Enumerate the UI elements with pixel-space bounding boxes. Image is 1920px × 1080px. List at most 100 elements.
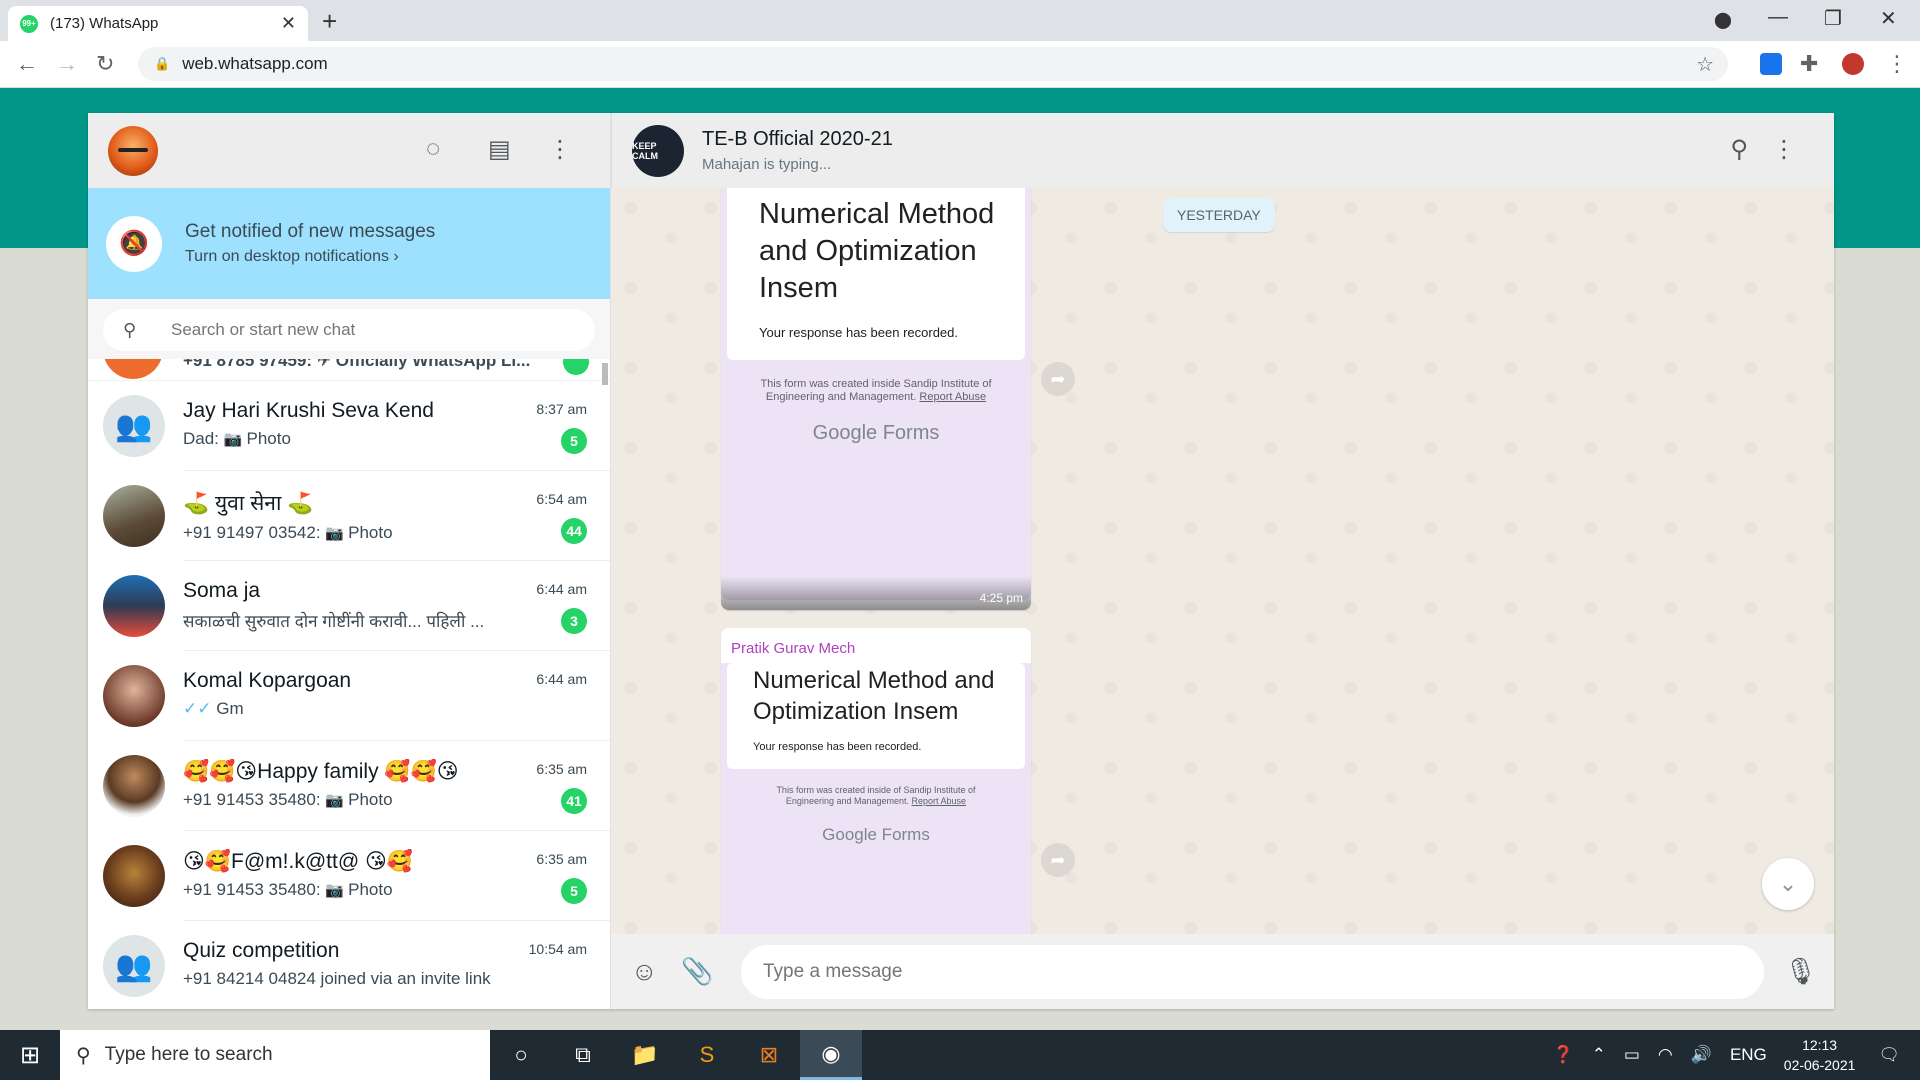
form-preview-image[interactable]: Numerical Method and Optimization Insem … xyxy=(721,188,1031,600)
message-time: 4:25 pm xyxy=(979,591,1023,605)
chat-name: ⛳ युवा सेना ⛳ xyxy=(183,492,314,515)
message-sender: Pratik Gurav Mech xyxy=(731,640,856,657)
scroll-to-bottom-button[interactable]: ⌄ xyxy=(1762,858,1814,910)
lock-icon[interactable]: 🔒 xyxy=(154,56,170,72)
group-avatar: 👥 xyxy=(103,395,165,457)
enable-notifications-link[interactable]: Turn on desktop notifications › xyxy=(185,248,435,266)
google-forms-logo: Google Forms xyxy=(812,422,940,444)
browser-toolbar: ← → ↻ 🔒 web.whatsapp.com ☆ ✚ ⋮ xyxy=(0,41,1920,88)
chat-preview: Photo xyxy=(348,790,393,809)
chat-name: Komal Kopargoan xyxy=(183,669,352,692)
clock[interactable]: 12:13 02-06-2021 xyxy=(1784,1035,1856,1075)
search-input[interactable] xyxy=(171,320,531,340)
chat-item[interactable]: 🥰🥰😘Happy family 🥰🥰😘 +91 91453 35480: 📷 P… xyxy=(88,741,610,831)
volume-icon[interactable]: 🔊 xyxy=(1691,1045,1712,1065)
form-response-text: Your response has been recorded. xyxy=(759,325,958,340)
chat-item[interactable]: Komal Kopargoan ✓✓ Gm 6:44 am xyxy=(88,651,610,741)
chat-time: 6:35 am xyxy=(536,761,587,777)
forward-icon[interactable]: → xyxy=(56,51,78,77)
chat-preview: Photo xyxy=(348,523,393,542)
chat-preview: सकाळची सुरुवात दोन गोष्टींनी करावी... पह… xyxy=(183,612,485,631)
chat-preview: Photo xyxy=(348,880,393,899)
chat-preview-sender: +91 91453 35480: xyxy=(183,880,326,899)
chat-item[interactable]: Soma ja सकाळची सुरुवात दोन गोष्टींनी करा… xyxy=(88,561,610,651)
avatar xyxy=(103,359,163,379)
status-icon[interactable]: ◌ xyxy=(426,135,440,163)
chrome-taskbar-icon[interactable]: ◉ xyxy=(800,1030,862,1080)
bookmark-star-icon[interactable]: ☆ xyxy=(1696,52,1714,77)
report-abuse-link[interactable]: Report Abuse xyxy=(912,796,967,806)
search-icon[interactable]: ⚲ xyxy=(123,320,153,341)
group-avatar[interactable]: KEEP CALM xyxy=(632,124,684,177)
attach-icon[interactable]: 📎 xyxy=(681,956,731,987)
report-abuse-link[interactable]: Report Abuse xyxy=(919,391,986,403)
conversation-menu-icon[interactable]: ⋮ xyxy=(1772,135,1796,164)
message-input[interactable] xyxy=(741,944,1764,999)
chat-item[interactable]: 👥 Jay Hari Krushi Seva Kend Dad: 📷 Photo… xyxy=(88,381,610,471)
tab-search-icon[interactable]: ⬤ xyxy=(1714,10,1732,30)
profile-avatar[interactable] xyxy=(1842,53,1864,75)
menu-icon[interactable]: ⋮ xyxy=(548,135,572,164)
windows-start-icon[interactable]: ⊞ xyxy=(0,1030,60,1080)
chat-time: 6:44 am xyxy=(536,581,587,597)
unread-badge xyxy=(563,359,589,375)
file-explorer-icon[interactable]: 📁 xyxy=(614,1030,676,1080)
extension-icon[interactable] xyxy=(1760,53,1782,75)
chat-item-partial[interactable]: +91 8785 97459: ✈ Officially WhatsApp Li… xyxy=(88,359,610,381)
battery-icon[interactable]: ▭ xyxy=(1624,1045,1640,1065)
avatar xyxy=(103,845,165,907)
reload-icon[interactable]: ↻ xyxy=(96,51,114,77)
close-window-icon[interactable]: ✕ xyxy=(1880,6,1897,31)
notification-banner[interactable]: 🔕 Get notified of new messages Turn on d… xyxy=(88,188,610,299)
chat-name: 🥰🥰😘Happy family 🥰🥰😘 xyxy=(183,760,459,783)
help-icon[interactable]: ❓ xyxy=(1552,1045,1573,1065)
sublime-text-icon[interactable]: S xyxy=(676,1030,738,1080)
avatar xyxy=(103,665,165,727)
new-tab-icon[interactable]: + xyxy=(322,6,337,37)
form-footer: This form was created inside of Sandip I… xyxy=(727,769,1025,807)
language-indicator[interactable]: ENG xyxy=(1730,1045,1767,1065)
task-view-icon[interactable]: ⧉ xyxy=(552,1030,614,1080)
xampp-icon[interactable]: ⊠ xyxy=(738,1030,800,1080)
forward-icon[interactable]: ➦ xyxy=(1041,362,1075,396)
minimize-icon[interactable]: — xyxy=(1768,6,1788,29)
new-chat-icon[interactable]: ▤ xyxy=(488,135,511,164)
chat-time: 6:54 am xyxy=(536,491,587,507)
wifi-icon[interactable]: ◠ xyxy=(1658,1045,1673,1065)
unread-badge: 5 xyxy=(561,428,587,454)
taskbar-search[interactable]: ⚲ Type here to search xyxy=(60,1030,490,1080)
chat-item[interactable]: ⛳ युवा सेना ⛳ +91 91497 03542: 📷 Photo 6… xyxy=(88,471,610,561)
browser-tab-whatsapp[interactable]: 99+ (173) WhatsApp ✕ xyxy=(8,6,308,41)
chrome-menu-icon[interactable]: ⋮ xyxy=(1886,51,1908,77)
my-avatar[interactable] xyxy=(108,125,158,176)
conversation-header[interactable]: KEEP CALM TE-B Official 2020-21 Mahajan … xyxy=(611,113,1834,188)
message-bubble[interactable]: Pratik Gurav Mech Numerical Method and O… xyxy=(721,628,1031,934)
chat-item[interactable]: 😘🥰F@m!.k@tt@ 😘🥰 +91 91453 35480: 📷 Photo… xyxy=(88,831,610,921)
show-hidden-icons-icon[interactable]: ⌃ xyxy=(1592,1045,1606,1065)
url-text: web.whatsapp.com xyxy=(182,54,328,73)
restore-icon[interactable]: ❐ xyxy=(1824,6,1842,31)
message-bubble[interactable]: Numerical Method and Optimization Insem … xyxy=(721,188,1031,610)
form-preview-image[interactable]: Numerical Method and Optimization Insem … xyxy=(721,663,1031,934)
back-icon[interactable]: ← xyxy=(16,51,38,77)
emoji-icon[interactable]: ☺ xyxy=(631,956,681,987)
extensions-puzzle-icon[interactable]: ✚ xyxy=(1800,51,1818,77)
chat-list-scrollbar[interactable] xyxy=(602,363,608,385)
search-bar: ⚲ xyxy=(88,299,610,359)
tab-close-icon[interactable]: ✕ xyxy=(281,13,296,34)
chat-item[interactable]: 👥 Quiz competition +91 84214 04824 joine… xyxy=(88,921,610,1009)
search-box: ⚲ xyxy=(103,309,595,351)
cortana-icon[interactable]: ○ xyxy=(490,1030,552,1080)
left-header: ◌ ▤ ⋮ xyxy=(88,113,610,188)
chat-preview: Photo xyxy=(246,429,291,448)
forward-icon[interactable]: ➦ xyxy=(1041,843,1075,877)
search-messages-icon[interactable]: ⚲ xyxy=(1730,135,1748,164)
typing-status: Mahajan is typing... xyxy=(702,156,832,173)
windows-taskbar: ⊞ ⚲ Type here to search ○ ⧉ 📁 S ⊠ ◉ ❓ ⌃ … xyxy=(0,1030,1920,1080)
address-bar[interactable]: 🔒 web.whatsapp.com ☆ xyxy=(138,47,1728,81)
group-name: TE-B Official 2020-21 xyxy=(702,128,893,150)
microphone-icon[interactable]: 🎙 xyxy=(1784,956,1817,987)
banner-title: Get notified of new messages xyxy=(185,221,436,242)
search-icon: ⚲ xyxy=(76,1044,91,1067)
notifications-icon[interactable]: 🗨 xyxy=(1878,1045,1900,1065)
